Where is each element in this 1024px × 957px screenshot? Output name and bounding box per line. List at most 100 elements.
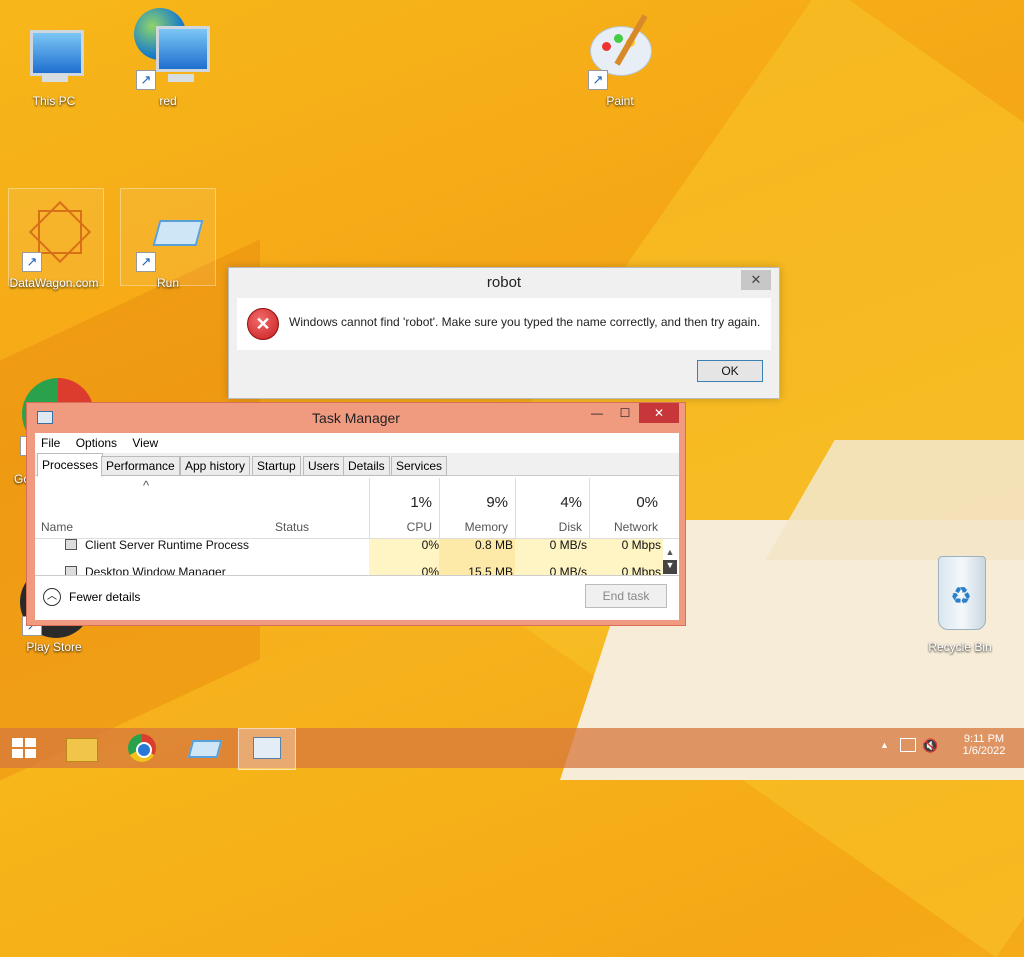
dialog-title: robot	[486, 274, 522, 291]
chevron-up-icon[interactable]: ︿	[43, 588, 61, 606]
start-button[interactable]	[0, 728, 52, 768]
process-name: Desktop Window Manager	[85, 565, 226, 575]
paint-palette-icon: ↗	[584, 14, 656, 92]
task-manager-window: Task Manager — ☐ ✕ File Options View Pro…	[26, 402, 686, 626]
maximize-button[interactable]: ☐	[611, 403, 639, 423]
taskbar-file-explorer[interactable]	[54, 728, 106, 768]
process-network: 0 Mbps	[621, 565, 661, 575]
process-name: Client Server Runtime Process	[85, 539, 250, 552]
taskbar: ▲ 🔇 9:11 PM 1/6/2022	[0, 728, 1024, 770]
run-icon	[187, 740, 223, 758]
network-label: Network	[613, 520, 658, 534]
run-icon: ↗	[132, 202, 204, 274]
process-disk: 0 MB/s	[549, 539, 587, 552]
tab-app-history[interactable]: App history	[180, 456, 251, 476]
memory-label: Memory	[464, 520, 508, 534]
taskbar-run[interactable]	[178, 728, 230, 768]
minimize-button[interactable]: —	[583, 403, 611, 423]
error-icon: ✕	[247, 308, 279, 340]
tab-details[interactable]: Details	[343, 456, 390, 476]
column-network[interactable]: 0% Network	[589, 478, 664, 538]
taskbar-task-manager[interactable]	[238, 728, 296, 770]
chevron-up-icon[interactable]: ▲	[880, 740, 889, 750]
end-task-button[interactable]: End task	[585, 584, 667, 608]
column-disk[interactable]: 4% Disk	[515, 478, 588, 538]
desktop-icon-label: Play Store	[26, 640, 82, 654]
shortcut-arrow-icon: ↗	[136, 252, 156, 272]
desktop-icon-datawagon[interactable]: ↗ DataWagon.com	[6, 200, 102, 290]
network-icon[interactable]	[900, 738, 916, 752]
menu-file[interactable]: File	[41, 436, 60, 450]
shortcut-arrow-icon: ↗	[588, 70, 608, 90]
ok-button[interactable]: OK	[697, 360, 763, 382]
desktop-icon-recycle-bin[interactable]: ♻ Recycle Bin	[912, 556, 1008, 654]
close-button[interactable]: ✕	[639, 403, 679, 423]
desktop-icon-run[interactable]: ↗ Run	[120, 202, 216, 290]
column-name[interactable]: Name	[41, 520, 73, 534]
menu-bar: File Options View	[35, 433, 679, 453]
tab-performance[interactable]: Performance	[101, 456, 180, 476]
process-cpu: 0%	[421, 539, 439, 552]
scroll-up-icon[interactable]: ▲	[663, 547, 677, 560]
clock[interactable]: 9:11 PM 1/6/2022	[956, 733, 1012, 757]
globe-monitor-icon: ↗	[132, 8, 210, 92]
recycle-bin-icon: ♻	[924, 556, 996, 638]
tab-users[interactable]: Users	[303, 456, 345, 476]
column-memory[interactable]: 9% Memory	[439, 478, 514, 538]
network-percent: 0%	[636, 494, 658, 511]
dialog-message-area: ✕ Windows cannot find 'robot'. Make sure…	[237, 298, 771, 350]
desktop-icon-label: DataWagon.com	[9, 276, 99, 290]
error-dialog: robot ✕ ✕ Windows cannot find 'robot'. M…	[228, 267, 780, 399]
menu-options[interactable]: Options	[76, 436, 117, 450]
cpu-percent: 1%	[410, 494, 432, 511]
process-list: Client Server Runtime Process 0% 0.8 MB …	[35, 539, 679, 575]
task-manager-icon	[253, 737, 281, 759]
process-network: 0 Mbps	[621, 539, 661, 552]
chrome-icon	[128, 734, 156, 762]
desktop-icon-label: Recycle Bin	[928, 640, 992, 654]
task-manager-footer: ︿ Fewer details End task	[35, 575, 679, 620]
process-icon	[65, 539, 77, 550]
disk-label: Disk	[558, 520, 582, 534]
tab-services[interactable]: Services	[391, 456, 448, 476]
column-cpu[interactable]: 1% CPU	[369, 478, 438, 538]
this-pc-icon	[18, 20, 90, 92]
table-row[interactable]: Desktop Window Manager 0% 15.5 MB 0 MB/s…	[35, 562, 663, 575]
task-manager-titlebar[interactable]: Task Manager — ☐ ✕	[27, 403, 685, 431]
scroll-down-icon[interactable]: ▼	[663, 560, 677, 574]
taskbar-chrome[interactable]	[116, 728, 168, 768]
column-header-row: ^ Name Status 1% CPU 9% Memory 4% Disk 0…	[35, 476, 679, 539]
sort-arrow-icon: ^	[143, 478, 150, 493]
fewer-details-link[interactable]: Fewer details	[69, 590, 140, 604]
process-disk: 0 MB/s	[549, 565, 587, 575]
desktop-icon-paint[interactable]: ↗ Paint	[572, 14, 668, 108]
desktop-icon-label: Run	[156, 276, 179, 290]
speaker-muted-icon[interactable]: 🔇	[922, 738, 938, 754]
folder-icon	[66, 738, 98, 762]
tab-startup[interactable]: Startup	[252, 456, 301, 476]
desktop-icon-label: Paint	[606, 94, 634, 108]
shortcut-arrow-icon: ↗	[22, 252, 42, 272]
system-tray: ▲ 🔇 9:11 PM 1/6/2022	[864, 728, 1024, 768]
table-row[interactable]: Client Server Runtime Process 0% 0.8 MB …	[35, 539, 663, 561]
process-memory: 0.8 MB	[474, 539, 513, 552]
cpu-label: CPU	[406, 520, 432, 534]
datawagon-icon: ↗	[18, 200, 92, 274]
clock-time: 9:11 PM	[963, 733, 1005, 745]
desktop-icon-red[interactable]: ↗ red	[120, 8, 216, 108]
desktop-icon-this-pc[interactable]: This PC	[6, 20, 102, 108]
process-cpu: 0%	[421, 565, 439, 575]
tab-strip: Processes Performance App history Startu…	[35, 453, 679, 477]
menu-view[interactable]: View	[132, 436, 158, 450]
tab-processes[interactable]: Processes	[37, 453, 104, 477]
shortcut-arrow-icon: ↗	[136, 70, 156, 90]
scrollbar[interactable]: ▲ ▼	[663, 547, 677, 575]
windows-logo-icon	[12, 738, 36, 758]
desktop-icon-label: This PC	[32, 94, 76, 108]
process-memory: 15.5 MB	[468, 565, 513, 575]
column-status[interactable]: Status	[275, 520, 309, 534]
dialog-message: Windows cannot find 'robot'. Make sure y…	[289, 315, 761, 329]
memory-percent: 9%	[486, 494, 508, 511]
task-manager-body: File Options View Processes Performance …	[35, 433, 679, 620]
dialog-close-button[interactable]: ✕	[741, 270, 771, 290]
